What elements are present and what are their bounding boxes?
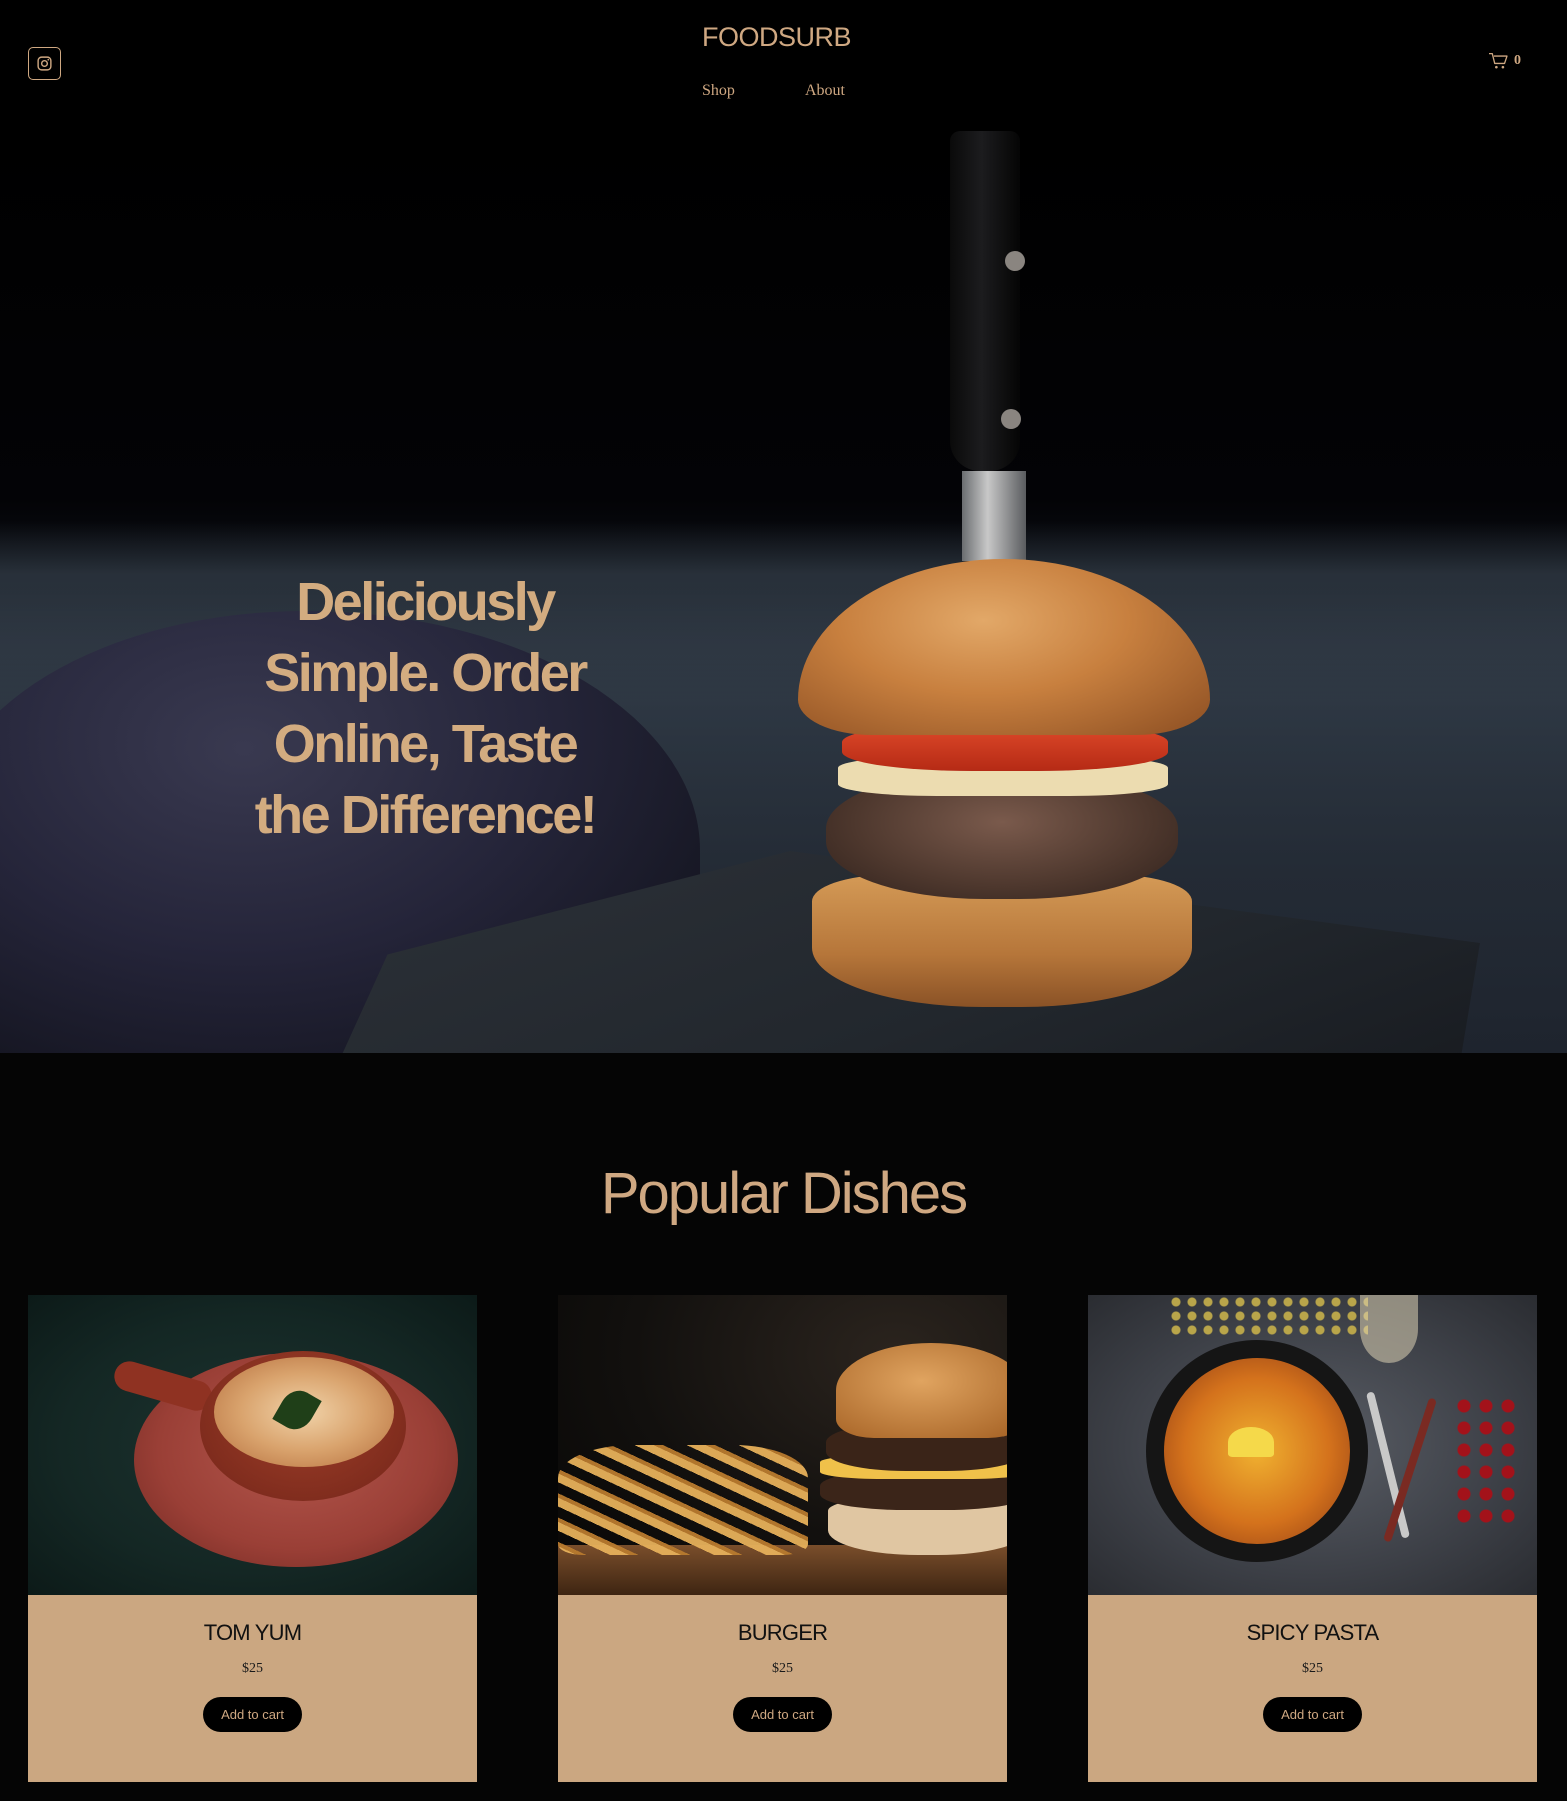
add-to-cart-button[interactable]: Add to cart (1263, 1697, 1362, 1732)
hero-title-line: Deliciously (296, 572, 556, 632)
dish-photo-spicy-pasta[interactable] (1088, 1295, 1537, 1595)
cart-button[interactable]: 0 (1488, 52, 1521, 70)
dish-price: $25 (242, 1661, 263, 1676)
dish-price: $25 (772, 1661, 793, 1676)
hero-title-line: the Difference! (254, 785, 598, 845)
dish-card: BURGER $25 Add to cart (558, 1295, 1007, 1782)
site-header: FOODSURB Shop About 0 (0, 0, 1567, 131)
section-title: Popular Dishes (600, 1161, 968, 1226)
add-to-cart-button[interactable]: Add to cart (733, 1697, 832, 1732)
instagram-icon (37, 56, 52, 71)
hero-knife-rivet (1005, 251, 1025, 271)
dish-photo-burger[interactable] (558, 1295, 1007, 1595)
cart-count: 0 (1514, 53, 1521, 68)
dish-name[interactable]: TOM YUM (28, 1620, 477, 1646)
add-to-cart-button[interactable]: Add to cart (203, 1697, 302, 1732)
nav-shop[interactable]: Shop (702, 82, 735, 100)
dish-name[interactable]: SPICY PASTA (1088, 1620, 1537, 1646)
hero-banner: Deliciously Simple. Order Online, Taste … (0, 131, 1567, 1053)
hero-title-line: Online, Taste (273, 714, 579, 774)
hero-title: Deliciously Simple. Order Online, Taste … (200, 567, 650, 851)
dish-card: SPICY PASTA $25 Add to cart (1088, 1295, 1537, 1782)
dish-card: TOM YUM $25 Add to cart (28, 1295, 477, 1782)
hero-knife-blade (962, 471, 1026, 561)
nav-about[interactable]: About (805, 82, 845, 100)
dish-photo-tom-yum[interactable] (28, 1295, 477, 1595)
site-logo[interactable]: FOODSURB (0, 22, 1553, 53)
cart-icon (1489, 52, 1508, 69)
hero-title-line: Simple. Order (264, 643, 588, 703)
dish-name[interactable]: BURGER (558, 1620, 1007, 1646)
dish-price: $25 (1302, 1661, 1323, 1676)
hero-knife-rivet (1001, 409, 1021, 429)
